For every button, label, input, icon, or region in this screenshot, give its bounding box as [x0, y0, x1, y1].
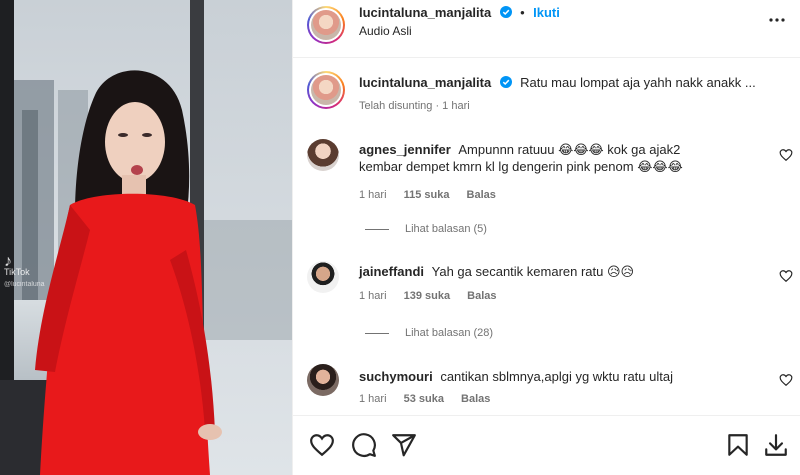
- video-frame: [0, 0, 292, 475]
- comment-likes[interactable]: 139 suka: [404, 290, 450, 302]
- reply-button[interactable]: Balas: [461, 393, 490, 405]
- tiktok-watermark: ♪ TikTok @lucintaluna: [4, 253, 45, 290]
- comment-time: 1 hari: [359, 393, 387, 405]
- post-side-panel: lucintaluna_manjalita • Ikuti Audio Asli…: [292, 0, 800, 475]
- caption-avatar[interactable]: [307, 71, 345, 109]
- heart-icon[interactable]: [779, 373, 793, 387]
- header-separator: •: [520, 5, 525, 20]
- view-replies-button[interactable]: Lihat balasan (28): [365, 327, 493, 339]
- replies-divider: [365, 228, 389, 230]
- share-icon[interactable]: [391, 432, 417, 458]
- tiktok-watermark-text: TikTok: [4, 267, 30, 277]
- author-avatar[interactable]: [307, 6, 345, 44]
- author-username[interactable]: lucintaluna_manjalita: [359, 5, 491, 20]
- comment-item: suchymouri cantikan sblmnya,aplgi yg wkt…: [359, 368, 800, 385]
- tiktok-watermark-user: @lucintaluna: [4, 281, 45, 288]
- post-media[interactable]: ♪ TikTok @lucintaluna: [0, 0, 292, 475]
- comment-item: agnes_jennifer Ampunnn ratuuu 😂😂😂 kok ga…: [359, 141, 800, 175]
- view-replies-label: Lihat balasan (5): [405, 223, 487, 235]
- caption-username[interactable]: lucintaluna_manjalita: [359, 75, 491, 90]
- comment-meta: 1 hari 115 suka Balas: [359, 189, 496, 201]
- follow-button[interactable]: Ikuti: [533, 5, 560, 20]
- audio-label[interactable]: Audio Asli: [359, 24, 412, 38]
- replies-divider: [365, 332, 389, 334]
- caption: lucintaluna_manjalita Ratu mau lompat aj…: [359, 74, 800, 92]
- comment-text-cont: kembar dempet kmrn kl lg dengerin pink p…: [359, 159, 683, 174]
- comment-username[interactable]: agnes_jennifer: [359, 142, 451, 157]
- post-actions: [293, 415, 800, 475]
- post-header: lucintaluna_manjalita • Ikuti Audio Asli: [293, 0, 800, 58]
- heart-icon[interactable]: [309, 432, 335, 458]
- comment-meta: 1 hari 139 suka Balas: [359, 290, 497, 302]
- comment-meta: 1 hari 53 suka Balas: [359, 393, 490, 405]
- heart-icon[interactable]: [779, 148, 793, 162]
- view-replies-label: Lihat balasan (28): [405, 327, 494, 339]
- comment-avatar[interactable]: [307, 261, 339, 293]
- tiktok-logo-icon: ♪: [4, 253, 12, 270]
- view-replies-button[interactable]: Lihat balasan (5): [365, 223, 487, 235]
- comment-time: 1 hari: [359, 189, 387, 201]
- comment-avatar[interactable]: [307, 364, 339, 396]
- comment-avatar[interactable]: [307, 139, 339, 171]
- comment-text: cantikan sblmnya,aplgi yg wktu ratu ulta…: [440, 369, 673, 384]
- comment-text: Ampunnn ratuuu 😂😂😂 kok ga ajak2: [458, 142, 681, 157]
- reply-button[interactable]: Balas: [467, 189, 496, 201]
- comment-likes[interactable]: 53 suka: [404, 393, 444, 405]
- comment-likes[interactable]: 115 suka: [404, 189, 450, 201]
- comment-username[interactable]: jaineffandi: [359, 264, 424, 279]
- comment-username[interactable]: suchymouri: [359, 369, 433, 384]
- comment-text: Yah ga secantik kemaren ratu 😥😥: [431, 264, 635, 279]
- caption-meta: Telah disunting · 1 hari: [359, 100, 470, 112]
- caption-text: Ratu mau lompat aja yahh nakk anakk ...: [520, 75, 756, 90]
- heart-icon[interactable]: [779, 269, 793, 283]
- verified-icon: [499, 6, 512, 18]
- comment-time: 1 hari: [359, 290, 387, 302]
- more-icon[interactable]: [767, 10, 787, 30]
- download-icon[interactable]: [763, 432, 789, 458]
- comments-list[interactable]: lucintaluna_manjalita Ratu mau lompat aj…: [293, 59, 800, 415]
- comment-icon[interactable]: [351, 432, 377, 458]
- bookmark-icon[interactable]: [725, 432, 751, 458]
- comment-item: jaineffandi Yah ga secantik kemaren ratu…: [359, 263, 800, 280]
- verified-icon: [499, 76, 512, 88]
- reply-button[interactable]: Balas: [467, 290, 496, 302]
